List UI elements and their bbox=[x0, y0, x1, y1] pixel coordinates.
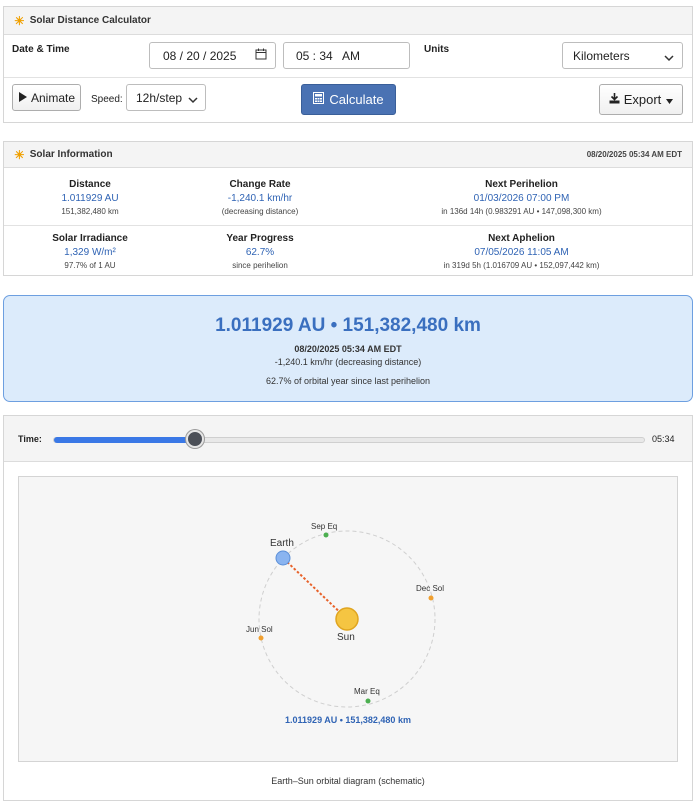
distance-summary: 1.011929 AU • 151,382,480 km 08/20/2025 … bbox=[3, 295, 693, 402]
date-input[interactable]: 08 / 20 / 2025 bbox=[149, 42, 276, 69]
info-divider bbox=[4, 225, 692, 226]
time-label: Time: bbox=[18, 434, 42, 444]
time-slider-track[interactable] bbox=[53, 437, 645, 443]
date-time-label: Date & Time bbox=[12, 44, 70, 55]
time-slider-fill bbox=[54, 437, 196, 443]
irradiance-sub: 97.7% of 1 AU bbox=[64, 261, 116, 270]
diagram-distance-label: 1.011929 AU • 151,382,480 km bbox=[285, 715, 411, 725]
calculator-title: Solar Distance Calculator bbox=[29, 15, 151, 26]
sun-icon: ☀ bbox=[14, 13, 25, 28]
units-select[interactable]: Kilometers bbox=[562, 42, 683, 69]
mar-eq-marker bbox=[365, 698, 371, 704]
summary-rate: -1,240.1 km/hr (decreasing distance) bbox=[274, 357, 422, 367]
speed-label: Speed: bbox=[91, 94, 123, 105]
chevron-down-icon bbox=[188, 93, 198, 107]
download-icon bbox=[609, 92, 620, 107]
summary-headline: 1.011929 AU • 151,382,480 km bbox=[215, 315, 481, 336]
solar-info-timestamp: 08/20/2025 05:34 AM EDT bbox=[586, 150, 682, 159]
perihelion-title: Next Perihelion bbox=[485, 179, 558, 190]
animate-label: Animate bbox=[30, 90, 76, 105]
animate-button[interactable]: Animate bbox=[12, 84, 81, 111]
speed-select[interactable]: 12h/step bbox=[126, 84, 206, 111]
export-label: Export bbox=[623, 92, 662, 107]
aphelion-value: 07/05/2026 11:05 AM bbox=[474, 247, 569, 258]
mar-eq-label: Mar Eq bbox=[354, 687, 380, 696]
sep-eq-marker bbox=[323, 532, 329, 538]
export-button[interactable]: Export bbox=[599, 84, 683, 115]
earth-sun-line bbox=[283, 558, 348, 620]
calculator-header: ☀ Solar Distance Calculator bbox=[4, 7, 692, 35]
irradiance-title: Solar Irradiance bbox=[52, 233, 128, 244]
aphelion-title: Next Aphelion bbox=[488, 233, 555, 244]
irradiance-value: 1,329 W/m² bbox=[64, 247, 116, 258]
perihelion-value: 01/03/2026 07:00 PM bbox=[473, 193, 570, 204]
solar-info-panel: ☀ Solar Information 08/20/2025 05:34 AM … bbox=[3, 141, 693, 276]
distance-sub: 151,382,480 km bbox=[61, 207, 119, 216]
calendar-icon[interactable] bbox=[255, 48, 267, 63]
date-value: 08 / 20 / 2025 bbox=[163, 48, 237, 63]
earth-marker bbox=[275, 550, 291, 566]
time-input[interactable]: 05 : 34 AM bbox=[283, 42, 410, 69]
change-rate-value: -1,240.1 km/hr bbox=[227, 193, 293, 204]
year-progress-sub: since perihelion bbox=[232, 261, 288, 270]
earth-label: Earth bbox=[270, 538, 294, 549]
sep-eq-label: Sep Eq bbox=[311, 522, 338, 531]
sun-icon: ☀ bbox=[14, 147, 25, 162]
sun-label: Sun bbox=[337, 632, 355, 643]
play-icon bbox=[18, 91, 27, 105]
year-progress-cell: Year Progress 62.7% since perihelion bbox=[180, 233, 340, 270]
jun-sol-marker bbox=[258, 635, 264, 641]
year-progress-value: 62.7% bbox=[245, 247, 275, 258]
irradiance-cell: Solar Irradiance 1,329 W/m² 97.7% of 1 A… bbox=[10, 233, 170, 270]
perihelion-cell: Next Perihelion 01/03/2026 07:00 PM in 1… bbox=[404, 179, 639, 216]
aphelion-cell: Next Aphelion 07/05/2026 11:05 AM in 319… bbox=[404, 233, 639, 270]
solar-info-header: ☀ Solar Information 08/20/2025 05:34 AM … bbox=[4, 142, 692, 168]
dec-sol-marker bbox=[428, 595, 434, 601]
perihelion-sub: in 136d 14h (0.983291 AU • 147,098,300 k… bbox=[441, 207, 602, 216]
summary-progress: 62.7% of orbital year since last perihel… bbox=[265, 376, 431, 386]
distance-value: 1.011929 AU bbox=[61, 193, 119, 204]
speed-value: 12h/step bbox=[136, 90, 183, 105]
diagram-caption: Earth–Sun orbital diagram (schematic) bbox=[271, 776, 425, 786]
dec-sol-label: Dec Sol bbox=[416, 584, 445, 593]
orbit-diagram: Earth Sun Sep Eq Dec Sol Mar Eq Jun Sol … bbox=[18, 476, 678, 762]
change-rate-title: Change Rate bbox=[229, 179, 291, 190]
calculator-panel: ☀ Solar Distance Calculator Date & Time … bbox=[3, 6, 693, 123]
calculate-button[interactable]: Calculate bbox=[301, 84, 396, 115]
units-label: Units bbox=[424, 44, 449, 55]
orbit-panel: Time: 05:34 Earth Sun Sep Eq Dec Sol Mar… bbox=[3, 415, 693, 801]
time-value: 05 : 34 AM bbox=[296, 48, 361, 63]
time-slider-thumb[interactable] bbox=[186, 430, 204, 448]
summary-datetime: 08/20/2025 05:34 AM EDT bbox=[294, 344, 402, 354]
distance-title: Distance bbox=[69, 179, 111, 190]
time-display: 05:34 bbox=[652, 434, 675, 444]
time-slider-row: Time: 05:34 bbox=[4, 416, 692, 462]
change-rate-sub: (decreasing distance) bbox=[221, 207, 299, 216]
distance-cell: Distance 1.011929 AU 151,382,480 km bbox=[10, 179, 170, 216]
date-time-row: Date & Time 08 / 20 / 2025 05 : 34 AM Un… bbox=[4, 36, 692, 78]
calculate-label: Calculate bbox=[329, 92, 384, 107]
solar-info-title: Solar Information bbox=[29, 149, 113, 160]
chevron-down-icon bbox=[664, 51, 674, 65]
sun-marker bbox=[335, 607, 359, 631]
year-progress-title: Year Progress bbox=[226, 233, 294, 244]
jun-sol-label: Jun Sol bbox=[246, 625, 273, 634]
change-rate-cell: Change Rate -1,240.1 km/hr (decreasing d… bbox=[180, 179, 340, 216]
aphelion-sub: in 319d 5h (1.016709 AU • 152,097,442 km… bbox=[443, 261, 600, 270]
units-value: Kilometers bbox=[573, 48, 630, 63]
calculator-icon bbox=[313, 92, 325, 107]
chevron-down-icon bbox=[666, 92, 674, 107]
